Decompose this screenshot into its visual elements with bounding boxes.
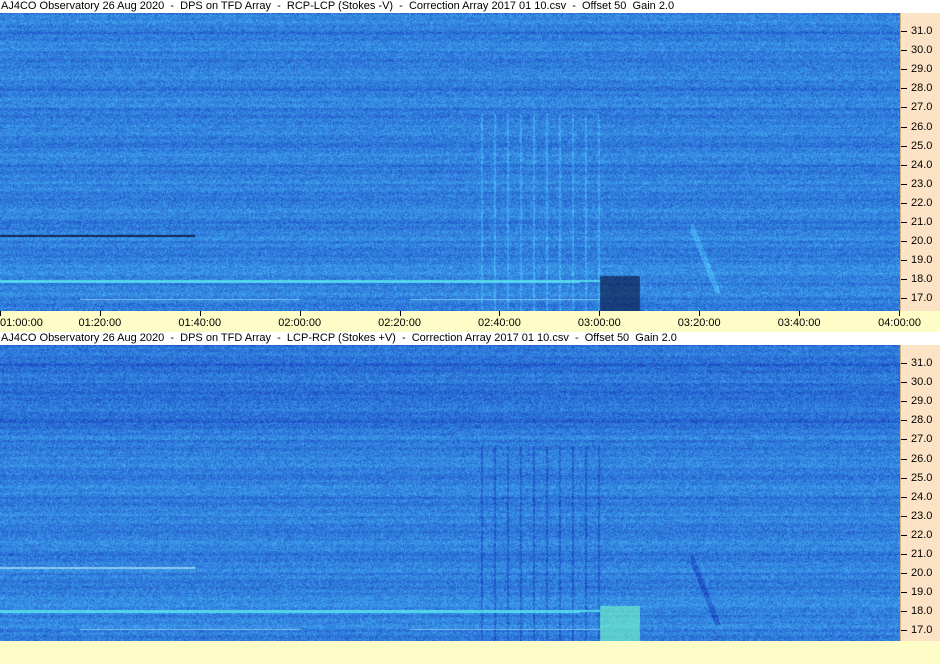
top-freq-label: 25.0 xyxy=(911,139,933,152)
top-freq-tick xyxy=(901,145,907,147)
top-freq-tick xyxy=(901,298,907,300)
time-tick xyxy=(699,311,701,316)
bottom-freq-tick xyxy=(901,554,907,555)
bottom-freq-tick xyxy=(901,439,907,441)
top-freq-label: 31.0 xyxy=(911,25,933,37)
top-freq-label: 23.0 xyxy=(911,177,933,190)
bottom-freq-tick xyxy=(901,611,907,613)
top-freq-tick xyxy=(901,241,907,243)
time-label: 02:20:00 xyxy=(378,317,421,329)
top-freq-label: 18.0 xyxy=(911,273,933,286)
top-freq-label: 27.0 xyxy=(911,101,933,114)
top-freq-label: 22.0 xyxy=(911,196,933,209)
bottom-freq-label: 23.0 xyxy=(911,509,933,522)
top-freq-tick xyxy=(901,222,907,223)
spectrogram-canvas-stokes-plus-v xyxy=(0,345,900,641)
bottom-freq-label: 20.0 xyxy=(911,567,933,580)
bottom-freq-label: 27.0 xyxy=(911,433,933,446)
bottom-freq-label: 28.0 xyxy=(911,414,933,427)
time-tick xyxy=(599,311,601,316)
bottom-freq-label: 26.0 xyxy=(911,452,933,465)
top-freq-tick xyxy=(901,260,907,262)
top-freq-tick xyxy=(901,69,907,71)
bottom-status-strip xyxy=(0,641,940,664)
top-freq-label: 24.0 xyxy=(911,158,933,171)
panel-title-stokes-minus-v: AJ4CO Observatory 26 Aug 2020 - DPS on T… xyxy=(0,0,940,13)
time-tick xyxy=(299,311,301,316)
bottom-freq-label: 30.0 xyxy=(911,376,933,389)
time-label: 04:00:00 xyxy=(878,317,921,329)
spectrogram-stokes-plus-v[interactable] xyxy=(0,345,900,641)
top-freq-label: 21.0 xyxy=(911,216,933,228)
time-label: 03:40:00 xyxy=(777,317,821,329)
time-tick xyxy=(799,311,801,316)
top-freq-label: 29.0 xyxy=(911,63,933,76)
time-label: 01:40:00 xyxy=(178,317,222,329)
bottom-freq-tick xyxy=(901,515,907,517)
top-freq-tick xyxy=(901,183,907,185)
time-tick xyxy=(199,311,201,316)
panel-title-stokes-plus-v: AJ4CO Observatory 26 Aug 2020 - DPS on T… xyxy=(0,332,940,345)
bottom-freq-label: 24.0 xyxy=(911,490,933,503)
bottom-freq-label: 29.0 xyxy=(911,395,933,408)
bottom-freq-tick xyxy=(901,630,907,632)
top-freq-tick xyxy=(901,164,907,166)
spectrogram-canvas-stokes-minus-v xyxy=(0,13,900,311)
top-freq-tick xyxy=(901,31,907,32)
top-freq-tick xyxy=(901,202,907,204)
top-freq-tick xyxy=(901,50,907,52)
time-label: 02:40:00 xyxy=(478,317,521,329)
bottom-freq-label: 22.0 xyxy=(911,528,933,541)
time-tick xyxy=(99,311,101,316)
top-freq-label: 19.0 xyxy=(911,254,933,267)
bottom-freq-tick xyxy=(901,458,907,460)
time-tick xyxy=(899,311,900,316)
time-label: 01:00:00 xyxy=(0,317,43,329)
bottom-freq-tick xyxy=(901,382,907,384)
bottom-freq-label: 21.0 xyxy=(911,548,933,560)
bottom-freq-tick xyxy=(901,477,907,479)
top-freq-label: 17.0 xyxy=(911,292,933,305)
time-tick xyxy=(499,311,501,316)
bottom-freq-tick xyxy=(901,420,907,422)
time-label: 03:20:00 xyxy=(677,317,721,329)
time-label: 03:00:00 xyxy=(577,317,621,329)
bottom-freq-tick xyxy=(901,592,907,594)
top-freq-tick xyxy=(901,126,907,128)
time-label: 01:20:00 xyxy=(78,317,122,329)
top-freq-tick xyxy=(901,107,907,109)
bottom-freq-tick xyxy=(901,573,907,575)
bottom-freq-tick xyxy=(901,363,907,364)
bottom-freq-tick xyxy=(901,534,907,536)
frequency-axis-top: 31.0 30.0 29.0 28.0 27.0 26.0 25.0 24.0 23.0 22.0… xyxy=(900,13,940,311)
bottom-freq-label: 31.0 xyxy=(911,357,933,369)
top-freq-label: 26.0 xyxy=(911,120,933,133)
time-label: 02:00:00 xyxy=(278,317,322,329)
frequency-axis-bottom: 31.0 30.0 29.0 28.0 27.0 26.0 25.0 24.0 23.0 22.0… xyxy=(900,345,940,641)
radio-spectrograph-window: AJ4CO Observatory 26 Aug 2020 - DPS on T… xyxy=(0,0,940,664)
time-tick xyxy=(0,311,1,316)
spectrogram-stokes-minus-v[interactable] xyxy=(0,13,900,311)
top-freq-label: 28.0 xyxy=(911,82,933,95)
top-freq-tick xyxy=(901,279,907,281)
bottom-freq-tick xyxy=(901,401,907,403)
bottom-freq-label: 19.0 xyxy=(911,586,933,599)
bottom-freq-label: 25.0 xyxy=(911,471,933,484)
bottom-freq-label: 18.0 xyxy=(911,605,933,618)
top-freq-label: 30.0 xyxy=(911,44,933,57)
top-freq-label: 20.0 xyxy=(911,235,933,248)
bottom-freq-label: 17.0 xyxy=(911,624,933,637)
top-freq-tick xyxy=(901,88,907,90)
time-tick xyxy=(399,311,401,316)
time-axis: 01:00:00 01:20:00 01:40:00 02:00:00 02:20:00… xyxy=(0,311,940,332)
bottom-freq-tick xyxy=(901,496,907,498)
